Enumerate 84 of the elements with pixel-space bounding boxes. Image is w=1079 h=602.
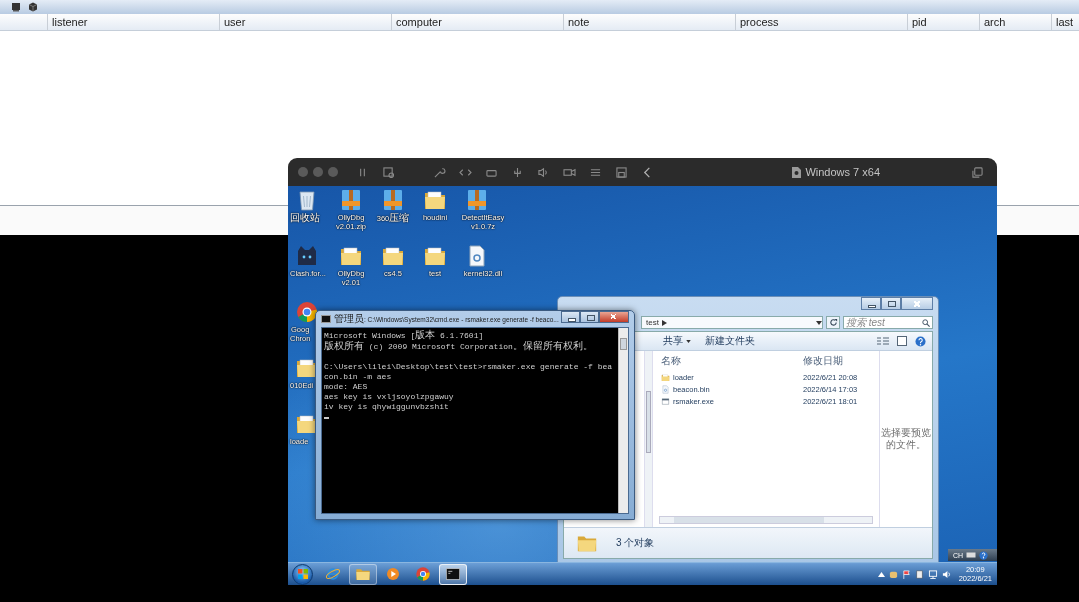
browser-icon <box>415 566 431 582</box>
column-header[interactable]: 名称 <box>653 354 803 368</box>
minimize-button[interactable] <box>561 311 580 323</box>
keyboard-icon <box>966 552 977 558</box>
toolbar-button[interactable]: 新建文件夹 <box>702 334 758 348</box>
flag-icon <box>297 569 308 579</box>
cube-icon <box>28 2 38 12</box>
toolbar-button[interactable]: 共享 <box>660 334 694 348</box>
window-control-dot[interactable] <box>298 167 308 177</box>
folder-icon <box>423 188 447 212</box>
folder-icon <box>339 244 363 268</box>
play-icon <box>385 566 401 582</box>
tray-app-icon <box>888 569 898 579</box>
terminal-icon <box>445 566 461 582</box>
refresh-button[interactable] <box>826 316 840 329</box>
close-button[interactable] <box>599 311 629 323</box>
column-header[interactable]: note <box>564 14 736 30</box>
column-header[interactable]: arch <box>980 14 1052 30</box>
camera-icon <box>563 166 576 178</box>
scrollbar[interactable] <box>659 516 873 524</box>
wrench-icon <box>433 166 446 178</box>
column-header[interactable]: 修改日期 <box>803 354 843 368</box>
column-header[interactable]: process <box>736 14 908 30</box>
speaker-icon <box>537 166 550 178</box>
archive-icon <box>465 188 489 212</box>
console-line: iv key is qhywiggunvbzshit <box>324 402 450 412</box>
chevron-right-icon <box>661 319 667 326</box>
maximize-button[interactable] <box>580 311 599 323</box>
console-line: Microsoft Windows [版本 6.1.7601] <box>324 330 485 341</box>
list-icon <box>589 166 602 178</box>
window-title: Windows 7 x64 <box>805 166 880 178</box>
address-bar[interactable]: test <box>641 316 823 329</box>
save-icon <box>615 166 628 178</box>
dropdown-icon <box>816 320 822 325</box>
code-icon <box>459 166 472 178</box>
archive-icon <box>339 188 363 212</box>
terminal-icon <box>11 2 21 12</box>
preview-pane-icon <box>897 336 907 346</box>
column-header[interactable]: computer <box>392 14 564 30</box>
folder-icon <box>355 566 371 582</box>
scrollbar[interactable] <box>644 351 652 527</box>
browser-icon <box>295 300 319 324</box>
help-icon <box>915 335 926 347</box>
network-icon <box>927 569 938 579</box>
console-line: 版权所有 (c) 2009 Microsoft Corporation。保留所有权利。 <box>324 341 594 352</box>
window-control-dot[interactable] <box>313 167 323 177</box>
screenshot-icon <box>382 166 395 178</box>
terminal-icon <box>321 315 331 323</box>
browser-icon <box>325 566 341 582</box>
view-options-icon <box>877 336 889 346</box>
text-cursor <box>324 417 329 419</box>
scrollbar[interactable] <box>618 328 628 513</box>
maximize-button[interactable] <box>881 297 901 310</box>
archive-icon <box>381 188 405 212</box>
console-line: aes key is vxljsoyolzpgawuy <box>324 392 455 402</box>
flag-icon <box>901 569 911 579</box>
close-button[interactable] <box>901 297 933 310</box>
column-header[interactable]: pid <box>908 14 980 30</box>
folder-icon <box>423 244 447 268</box>
status-text: 3 个对象 <box>616 536 655 550</box>
folder-icon <box>661 372 670 382</box>
dropdown-icon <box>686 339 691 343</box>
cat-icon <box>295 244 319 268</box>
icon-label[interactable]: 回收站 <box>290 213 320 223</box>
overlap-windows-icon <box>972 166 983 178</box>
document-icon <box>792 166 802 178</box>
minimize-button[interactable] <box>861 297 881 310</box>
help-icon <box>979 550 989 560</box>
column-header[interactable]: user <box>220 14 392 30</box>
address-text: test <box>646 318 659 327</box>
console-line: mode: AES <box>324 382 369 392</box>
document-icon <box>661 384 670 394</box>
folder-icon <box>381 244 405 268</box>
show-hidden-icon <box>877 571 885 577</box>
start-button[interactable] <box>292 563 313 585</box>
column-header[interactable]: listener <box>48 14 220 30</box>
window-control-dot[interactable] <box>328 167 338 177</box>
column-header[interactable]: last <box>1052 14 1079 30</box>
search-icon <box>922 318 930 327</box>
refresh-icon <box>828 318 838 327</box>
speaker-icon <box>941 569 951 579</box>
taskbar-button[interactable] <box>439 563 467 585</box>
program-icon <box>661 396 670 406</box>
search-field[interactable]: 搜索 test <box>843 316 933 329</box>
